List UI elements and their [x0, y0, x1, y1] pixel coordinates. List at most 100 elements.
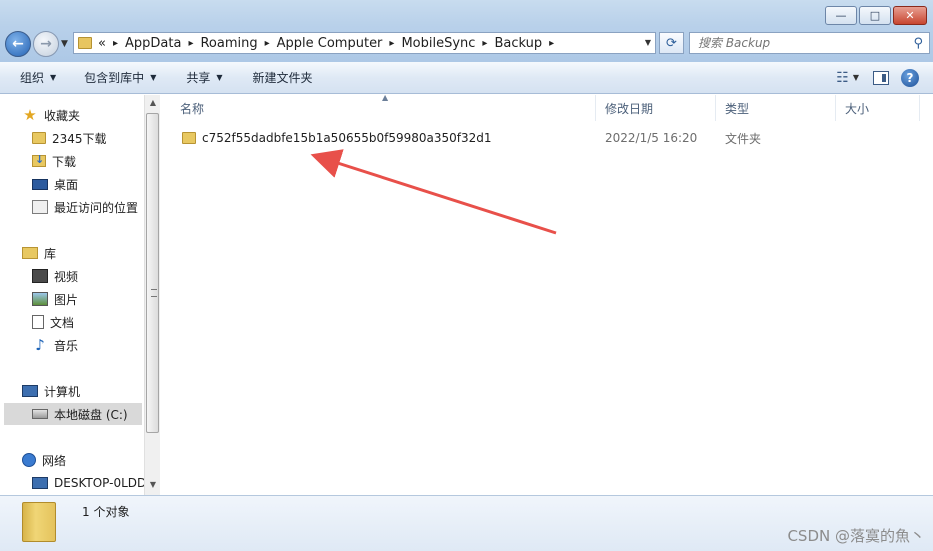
chevron-right-icon[interactable]: ▸: [482, 38, 487, 49]
forward-button[interactable]: →: [33, 31, 59, 57]
sidebar-item-recent-places[interactable]: 最近访问的位置: [0, 196, 138, 218]
include-in-library-menu[interactable]: 包含到库中 ▼: [66, 62, 166, 93]
file-modified: 2022/1/5 16:20: [605, 131, 698, 145]
item-count: 1 个对象: [82, 505, 130, 519]
sidebar-item-local-disk[interactable]: 本地磁盘 (C:): [4, 403, 142, 425]
document-icon: [32, 315, 44, 329]
downloads-folder-icon: [32, 153, 46, 167]
pictures-icon: [32, 292, 48, 306]
recent-pages-dropdown-icon[interactable]: ▼: [61, 39, 68, 49]
file-list: 名称 ▲ 修改日期 类型 大小 c752f55dadbfe15b1a50655b…: [162, 93, 933, 495]
sidebar-item-libraries[interactable]: 库: [0, 242, 56, 264]
drive-icon: [32, 409, 48, 419]
caret-down-icon: ▼: [216, 73, 223, 82]
sidebar-item-label: 最近访问的位置: [54, 200, 139, 215]
sidebar-item-videos[interactable]: 视频: [0, 265, 78, 287]
music-note-icon: ♪: [35, 336, 45, 354]
search-box[interactable]: ⚲: [689, 32, 930, 54]
address-history-dropdown-icon[interactable]: ▼: [645, 38, 651, 47]
scroll-up-icon[interactable]: ▲: [145, 95, 161, 111]
sidebar-item-desktop[interactable]: 桌面: [0, 173, 78, 195]
column-header-label: 类型: [725, 101, 750, 116]
sidebar-item-network[interactable]: 网络: [0, 449, 66, 471]
command-bar: 组织 ▼ 包含到库中 ▼ 共享 ▼ 新建文件夹 ☷ ▼ ?: [0, 62, 933, 94]
table-row[interactable]: c752f55dadbfe15b1a50655b0f59980a350f32d1…: [162, 127, 933, 149]
grip-icon: [151, 289, 157, 297]
breadcrumb-apple-computer[interactable]: Apple Computer: [277, 36, 383, 51]
new-folder-button[interactable]: 新建文件夹: [233, 62, 323, 93]
close-button[interactable]: ✕: [893, 6, 927, 25]
chevron-right-icon[interactable]: ▸: [113, 38, 118, 49]
sidebar-item-label: 音乐: [54, 338, 79, 353]
desktop-icon: [32, 178, 48, 190]
file-type: 文件夹: [725, 131, 762, 146]
preview-pane-icon[interactable]: [873, 70, 889, 85]
column-header-size[interactable]: 大小: [836, 95, 920, 121]
breadcrumb-roaming[interactable]: Roaming: [200, 36, 257, 51]
sidebar-item-computer[interactable]: 计算机: [0, 380, 80, 402]
column-header-label: 名称: [180, 101, 205, 116]
sidebar-item-label: 库: [44, 246, 57, 261]
network-icon: [22, 453, 36, 467]
column-header-label: 大小: [845, 101, 870, 116]
library-icon: [22, 247, 38, 259]
search-icon[interactable]: ⚲: [913, 36, 923, 51]
breadcrumb-appdata[interactable]: AppData: [125, 36, 181, 51]
folder-icon: [78, 37, 92, 49]
sidebar-item-music[interactable]: ♪ 音乐: [0, 334, 78, 356]
sidebar-item-2345-downloads[interactable]: 2345下载: [0, 127, 107, 149]
chevron-right-icon[interactable]: ▸: [188, 38, 193, 49]
sidebar-item-downloads[interactable]: 下载: [0, 150, 76, 172]
chevron-right-icon[interactable]: ▸: [549, 38, 554, 49]
sidebar-item-label: 桌面: [54, 177, 79, 192]
video-icon: [32, 269, 48, 283]
file-name: c752f55dadbfe15b1a50655b0f59980a350f32d1: [202, 131, 492, 145]
refresh-button[interactable]: ⟳: [659, 32, 684, 54]
sidebar-item-label: 视频: [54, 269, 79, 284]
sidebar-item-documents[interactable]: 文档: [0, 311, 74, 333]
sidebar-item-favorites[interactable]: ★ 收藏夹: [0, 104, 80, 126]
view-details-icon[interactable]: ☷: [836, 70, 849, 86]
navigation-pane: ★ 收藏夹 2345下载 下载 桌面 最近访问的位置 库 视频 图片 文档 ♪ …: [0, 95, 160, 495]
address-overflow-button[interactable]: «: [98, 36, 106, 51]
organize-label: 组织: [20, 71, 45, 85]
sidebar-item-label: 收藏夹: [44, 108, 81, 123]
sidebar-scrollbar[interactable]: ▲ ▼: [144, 95, 160, 495]
chevron-right-icon[interactable]: ▸: [389, 38, 394, 49]
chevron-right-icon[interactable]: ▸: [265, 38, 270, 49]
organize-menu[interactable]: 组织 ▼: [0, 62, 66, 93]
column-header-type[interactable]: 类型: [716, 95, 836, 121]
recent-places-icon: [32, 200, 48, 214]
search-input[interactable]: [698, 36, 898, 50]
star-icon: ★: [23, 106, 37, 124]
share-menu[interactable]: 共享 ▼: [166, 62, 232, 93]
sidebar-item-label: 图片: [54, 292, 79, 307]
window-controls: — □ ✕: [825, 6, 927, 25]
file-name-cell[interactable]: c752f55dadbfe15b1a50655b0f59980a350f32d1: [182, 127, 492, 149]
column-header-label: 修改日期: [605, 101, 654, 116]
minimize-button[interactable]: —: [825, 6, 857, 25]
sidebar-item-label: DESKTOP-0LDD: [54, 476, 147, 490]
title-bar: — □ ✕ ← → ▼ « ▸ AppData ▸ Roaming ▸ Appl…: [0, 0, 933, 62]
back-button[interactable]: ←: [5, 31, 31, 57]
help-icon[interactable]: ?: [901, 68, 919, 87]
caret-down-icon[interactable]: ▼: [853, 73, 859, 82]
sidebar-item-network-desktop[interactable]: DESKTOP-0LDD: [0, 472, 146, 494]
maximize-button[interactable]: □: [859, 6, 891, 25]
include-in-library-label: 包含到库中: [84, 71, 145, 85]
breadcrumb-backup[interactable]: Backup: [494, 36, 542, 51]
refresh-icon: ⟳: [666, 35, 677, 51]
address-bar[interactable]: « ▸ AppData ▸ Roaming ▸ Apple Computer ▸…: [73, 32, 656, 54]
column-header-modified[interactable]: 修改日期: [596, 95, 716, 121]
scrollbar-thumb[interactable]: [146, 113, 159, 433]
view-controls: ☷ ▼ ?: [836, 62, 933, 93]
caret-down-icon: ▼: [150, 73, 157, 82]
breadcrumb-mobilesync[interactable]: MobileSync: [401, 36, 475, 51]
details-pane: 1 个对象 CSDN @落寞的魚丶: [0, 495, 933, 551]
sidebar-item-label: 本地磁盘 (C:): [54, 407, 128, 422]
scroll-down-icon[interactable]: ▼: [145, 477, 161, 493]
column-header-name[interactable]: 名称 ▲: [162, 93, 596, 121]
sidebar-item-pictures[interactable]: 图片: [0, 288, 78, 310]
sort-ascending-icon: ▲: [382, 93, 389, 102]
sidebar-item-label: 下载: [52, 154, 77, 169]
